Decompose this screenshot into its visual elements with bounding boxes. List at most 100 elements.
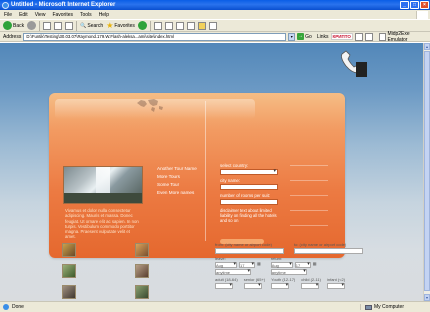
city-label: city name:: [220, 178, 241, 183]
to-input[interactable]: [294, 248, 363, 254]
vertical-scrollbar[interactable]: ▴ ▾: [423, 43, 430, 301]
waterfall-photo: [63, 166, 143, 204]
search-button[interactable]: 🔍 Search: [80, 23, 103, 29]
pax-adult-label: adult (18-64): [215, 277, 238, 282]
status-text: Done: [12, 304, 24, 310]
messenger-icon[interactable]: [208, 21, 217, 30]
intro-text: Vivamus et dolor nulla consectetur adipi…: [65, 208, 139, 240]
menu-favorites[interactable]: Favorites: [52, 12, 73, 18]
pax-senior-label: senior (65+): [243, 277, 266, 282]
country-label: select country:: [220, 163, 249, 168]
from-input[interactable]: [215, 248, 284, 254]
address-input[interactable]: D:\Funtik\Testing\30.03.07\Raymond.179.W…: [23, 32, 287, 41]
thumbnail-5[interactable]: [62, 285, 76, 299]
address-label: Address: [3, 33, 22, 40]
refresh-icon[interactable]: [54, 21, 63, 30]
tour-link-4[interactable]: Even More names: [157, 190, 209, 195]
menu-edit[interactable]: Edit: [19, 12, 28, 18]
pax-youth-select[interactable]: [271, 282, 290, 289]
thumbnail-1[interactable]: [62, 243, 76, 257]
tour-links: Another Tour Name More Tours Some Tour E…: [157, 166, 209, 195]
decorative-lines: [290, 165, 328, 240]
hero-card: Vivamus et dolor nulla consectetur adipi…: [49, 93, 345, 258]
thumbnail-6[interactable]: [135, 285, 149, 299]
close-button[interactable]: ×: [420, 1, 429, 9]
depart-month-select[interactable]: Aug: [215, 261, 237, 268]
links-button[interactable]: Links: [317, 34, 329, 40]
thumbnail-2[interactable]: [135, 243, 149, 257]
pax-child-select[interactable]: [301, 282, 320, 289]
extension-icon[interactable]: [354, 32, 363, 41]
country-select[interactable]: [220, 168, 278, 175]
folder-icon[interactable]: [197, 21, 206, 30]
go-arrow-icon: →: [297, 33, 305, 40]
address-dropdown-icon[interactable]: ▾: [288, 32, 296, 41]
toolbar-extension-logo[interactable]: КРИПТО: [330, 33, 353, 40]
emulator-label: Midp2Exe Emulator: [387, 30, 410, 43]
forward-button[interactable]: [27, 21, 37, 30]
calendar-icon[interactable]: ▦: [257, 261, 261, 268]
thumbnail-4[interactable]: [135, 264, 149, 278]
emulator-button[interactable]: Midp2Exe Emulator: [378, 30, 430, 43]
menu-bar: File Edit View Favorites Tools Help: [0, 10, 430, 19]
discuss-icon[interactable]: [186, 21, 195, 30]
scroll-thumb[interactable]: [424, 51, 430, 291]
page-status-icon: [3, 304, 9, 310]
go-label: Go: [305, 33, 312, 40]
my-computer-icon: [365, 304, 372, 310]
window-title-bar: Untitled - Microsoft Internet Explorer _…: [0, 0, 430, 10]
scroll-up-icon[interactable]: ▴: [424, 43, 430, 50]
return-time-select[interactable]: anytime: [270, 268, 307, 275]
stop-icon[interactable]: [43, 21, 52, 30]
menu-help[interactable]: Help: [99, 12, 109, 18]
minimize-button[interactable]: _: [400, 1, 409, 9]
tour-link-1[interactable]: Another Tour Name: [157, 166, 209, 171]
world-map-icon: [137, 99, 163, 112]
home-icon[interactable]: [65, 21, 74, 30]
page-content: Vivamus et dolor nulla consectetur adipi…: [0, 43, 423, 301]
favorites-star-icon: ★: [106, 21, 114, 30]
media-icon[interactable]: [137, 21, 147, 30]
thumbnail-3[interactable]: [62, 264, 76, 278]
pax-youth-label: Youth (12-17): [271, 277, 296, 282]
edit-icon[interactable]: [175, 21, 184, 30]
emulator-icon: [378, 32, 387, 41]
mail-icon[interactable]: [153, 21, 162, 30]
to-label: to: (city name or airport code): [294, 242, 347, 247]
calendar-icon[interactable]: ▦: [313, 261, 317, 268]
maximize-button[interactable]: □: [410, 1, 419, 9]
depart-time-select[interactable]: anytime: [215, 268, 251, 275]
address-bar: Address D:\Funtik\Testing\30.03.07\Raymo…: [0, 30, 430, 43]
go-button[interactable]: → Go: [297, 33, 312, 40]
ie-icon: [2, 1, 9, 9]
status-bar: Done My Computer: [0, 301, 430, 312]
windows-logo-icon: [416, 10, 428, 19]
search-label: Search: [87, 22, 104, 29]
city-input[interactable]: [220, 184, 278, 190]
scroll-down-icon[interactable]: ▾: [424, 294, 430, 301]
extension-icon-2[interactable]: [364, 32, 373, 41]
menu-tools[interactable]: Tools: [80, 12, 92, 18]
return-month-select[interactable]: Aug: [270, 261, 293, 268]
menu-file[interactable]: File: [4, 12, 12, 18]
search-icon: 🔍: [80, 22, 87, 29]
pax-infant-select[interactable]: [326, 282, 345, 289]
print-icon[interactable]: [164, 21, 173, 30]
favorites-button[interactable]: ★ Favorites: [106, 21, 135, 30]
destination-thumbnails: [62, 243, 172, 301]
tour-link-3[interactable]: Some Tour: [157, 182, 209, 187]
telephone-icon: [341, 50, 367, 77]
disclaimer-text: disclaimer text about limited liability …: [220, 208, 277, 223]
from-label: from: (city name or airport code): [215, 242, 272, 247]
zone-label: My Computer: [374, 304, 405, 310]
window-title: Untitled - Microsoft Internet Explorer: [11, 2, 116, 8]
tour-link-2[interactable]: More Tours: [157, 174, 209, 179]
menu-view[interactable]: View: [35, 12, 46, 18]
rooms-input[interactable]: [220, 199, 278, 205]
pax-adult-select[interactable]: [215, 282, 233, 289]
back-button[interactable]: Back: [3, 21, 24, 30]
standard-toolbar: Back 🔍 Search ★ Favorites: [0, 19, 430, 32]
hotel-search-form: select country: city name: number of roo…: [220, 163, 300, 223]
pax-senior-select[interactable]: [243, 282, 262, 289]
rooms-label: number of rooms per suit:: [220, 193, 271, 198]
